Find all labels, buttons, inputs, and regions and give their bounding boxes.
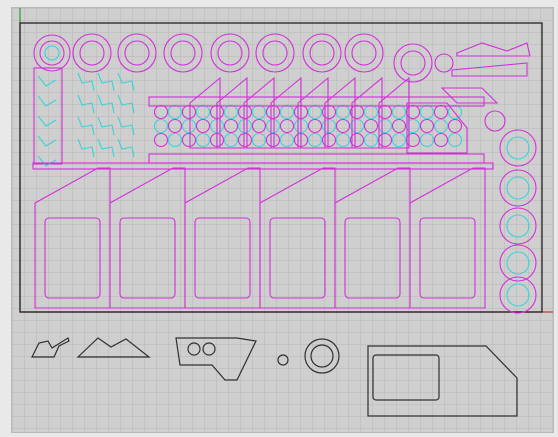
viewport-canvas[interactable]	[11, 7, 554, 433]
rhino-viewport[interactable]	[0, 0, 558, 437]
drawing-canvas[interactable]	[12, 8, 554, 433]
